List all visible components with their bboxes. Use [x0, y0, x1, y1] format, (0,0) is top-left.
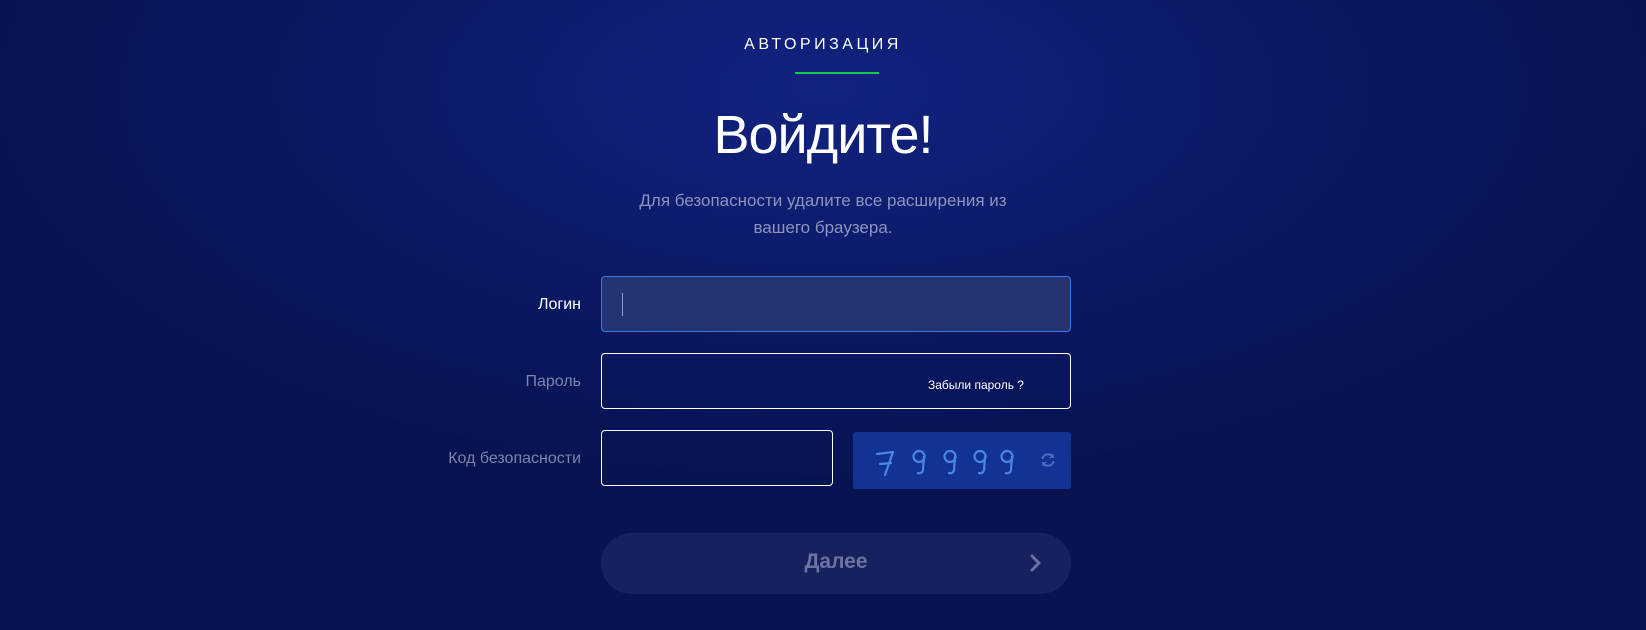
security-code-label: Код безопасности [448, 450, 581, 467]
page-title: Войдите! [713, 105, 933, 165]
text-caret [622, 293, 623, 316]
section-label: АВТОРИЗАЦИЯ [744, 36, 902, 53]
forgot-password-link[interactable]: Забыли пароль ? [928, 378, 1024, 392]
section-underline [795, 72, 879, 74]
submit-button[interactable]: Далее [601, 533, 1071, 594]
page-subtitle: Для безопасности удалите все расширения … [639, 191, 1007, 237]
submit-button-label: Далее [804, 550, 868, 573]
password-label: Пароль [525, 373, 581, 390]
login-label: Логин [537, 296, 581, 313]
chevron-right-icon [1030, 554, 1041, 572]
refresh-captcha-icon[interactable] [1038, 450, 1058, 470]
security-code-input[interactable] [601, 430, 833, 486]
login-input[interactable] [601, 276, 1071, 332]
